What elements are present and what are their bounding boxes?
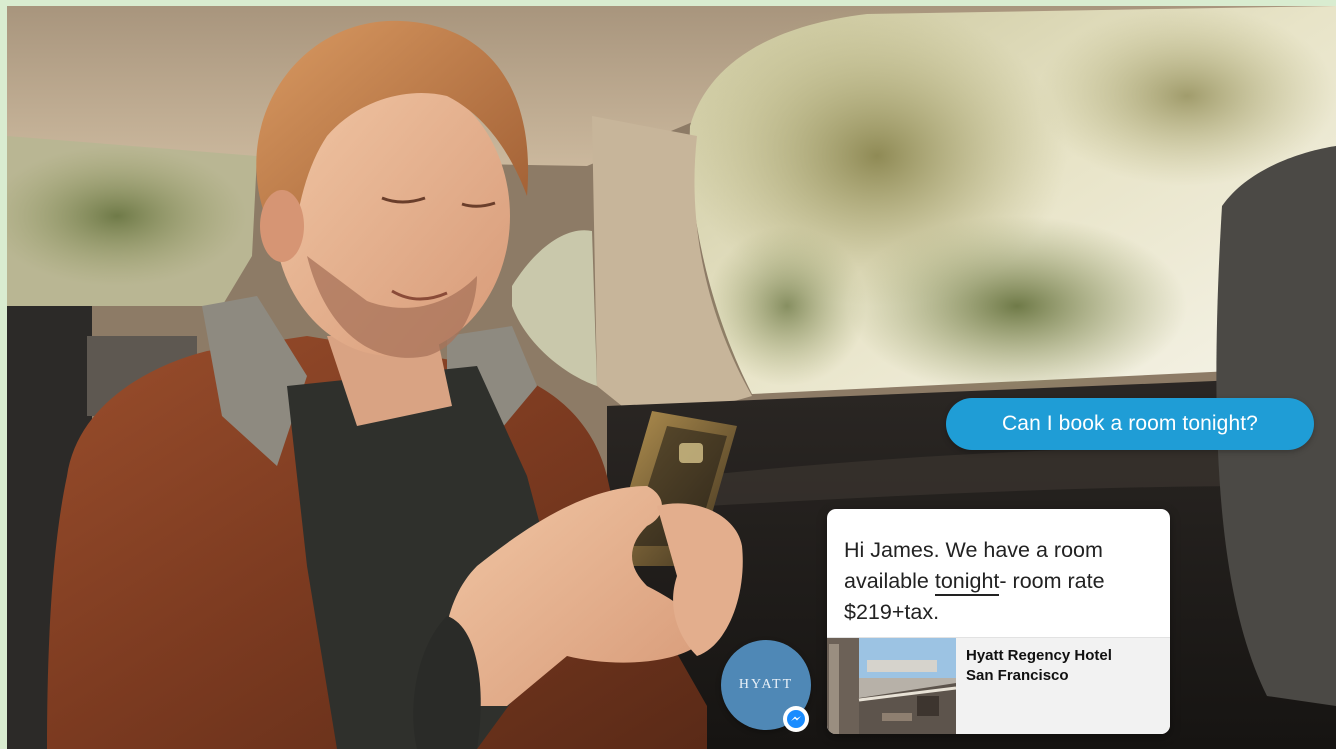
hotel-name-line1: Hyatt Regency Hotel <box>966 647 1112 664</box>
hotel-thumbnail <box>827 638 956 734</box>
hotel-name-line2: San Francisco <box>966 667 1069 684</box>
hyatt-logo: HYATT <box>738 677 794 692</box>
incoming-message-bubble: Hi James. We have a room available tonig… <box>827 509 1170 734</box>
hotel-name: Hyatt Regency Hotel San Francisco <box>966 646 1166 686</box>
incoming-message-text: Hi James. We have a room available tonig… <box>844 535 1164 628</box>
messenger-icon <box>783 706 809 732</box>
hotel-card[interactable]: Hyatt Regency Hotel San Francisco <box>827 637 1170 734</box>
photo-frame: Can I book a room tonight? Hi James. We … <box>7 6 1336 749</box>
outgoing-message-text: Can I book a room tonight? <box>1002 412 1258 435</box>
outgoing-message-bubble: Can I book a room tonight? <box>946 398 1314 450</box>
incoming-text-underlined: tonight <box>934 569 1000 596</box>
